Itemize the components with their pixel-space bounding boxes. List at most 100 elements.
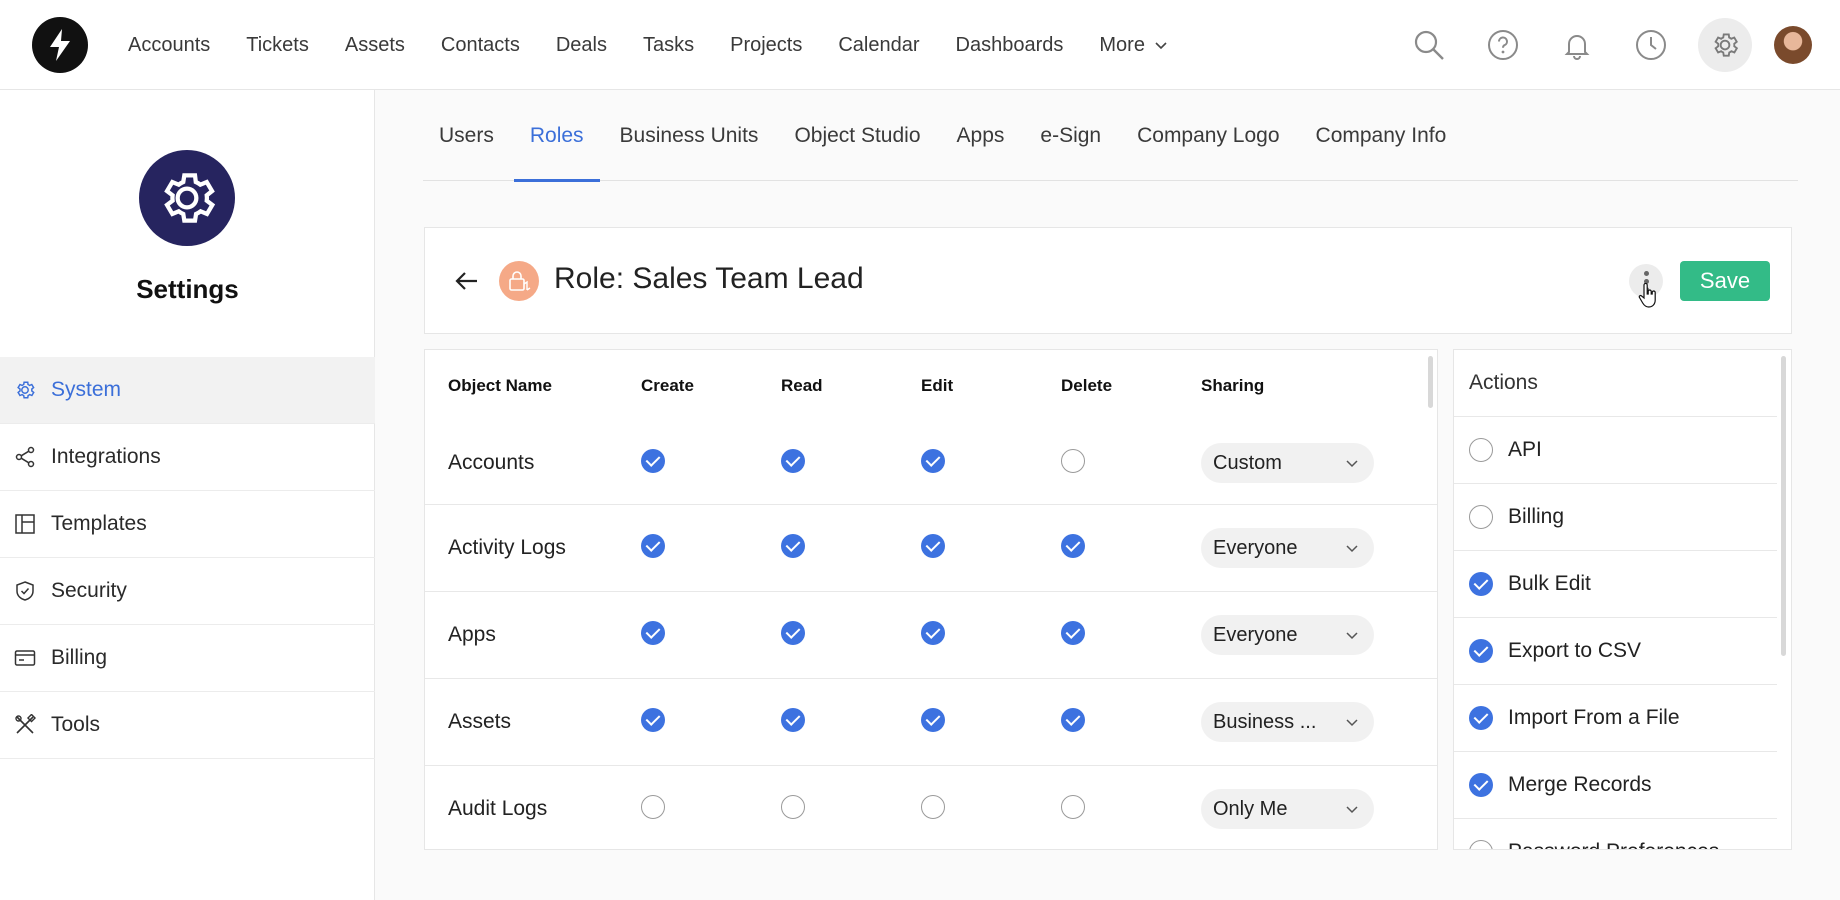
nav-tasks[interactable]: Tasks xyxy=(643,34,694,57)
action-item[interactable]: API xyxy=(1454,417,1777,484)
edit-cell xyxy=(921,707,1061,737)
action-item[interactable]: Password Preferences xyxy=(1454,819,1777,849)
layout-icon xyxy=(14,513,36,535)
table-body: Accounts Custom Activity Logs Everyone Apps E… xyxy=(425,422,1437,849)
delete-checkbox[interactable] xyxy=(1061,448,1085,473)
delete-checkbox[interactable] xyxy=(1061,533,1085,558)
action-item[interactable]: Export to CSV xyxy=(1454,618,1777,685)
search-button[interactable] xyxy=(1402,18,1456,72)
tab-e-sign[interactable]: e-Sign xyxy=(1024,90,1117,181)
create-cell xyxy=(641,448,781,478)
read-checkbox[interactable] xyxy=(781,448,805,473)
edit-checkbox[interactable] xyxy=(921,620,945,645)
sidebar-item-tools[interactable]: Tools xyxy=(0,692,375,759)
top-navbar: Accounts Tickets Assets Contacts Deals T… xyxy=(0,0,1840,90)
action-item[interactable]: Import From a File xyxy=(1454,685,1777,752)
delete-checkbox[interactable] xyxy=(1061,707,1085,732)
nav-deals[interactable]: Deals xyxy=(556,34,607,57)
sidebar-item-integrations[interactable]: Integrations xyxy=(0,424,375,491)
delete-cell xyxy=(1061,707,1201,737)
share-icon xyxy=(14,446,36,468)
read-cell xyxy=(781,794,921,824)
sharing-select[interactable]: Business ... xyxy=(1201,702,1374,742)
action-label: Bulk Edit xyxy=(1508,572,1591,595)
nav-accounts[interactable]: Accounts xyxy=(128,34,210,57)
action-item[interactable]: Merge Records xyxy=(1454,752,1777,819)
nav-contacts[interactable]: Contacts xyxy=(441,34,520,57)
role-header: Role: Sales Team Lead Save xyxy=(424,227,1792,334)
sharing-cell: Only Me xyxy=(1201,789,1381,829)
action-checkbox[interactable] xyxy=(1469,773,1493,797)
tab-company-logo[interactable]: Company Logo xyxy=(1121,90,1295,181)
nav-projects[interactable]: Projects xyxy=(730,34,802,57)
create-checkbox[interactable] xyxy=(641,533,665,558)
create-checkbox[interactable] xyxy=(641,448,665,473)
create-checkbox[interactable] xyxy=(641,620,665,645)
user-avatar[interactable] xyxy=(1774,26,1812,64)
action-checkbox[interactable] xyxy=(1469,840,1493,849)
create-checkbox[interactable] xyxy=(641,794,665,819)
nav-assets[interactable]: Assets xyxy=(345,34,405,57)
nav-dashboards[interactable]: Dashboards xyxy=(956,34,1064,57)
delete-checkbox[interactable] xyxy=(1061,620,1085,645)
read-cell xyxy=(781,533,921,563)
notifications-button[interactable] xyxy=(1550,18,1604,72)
create-cell xyxy=(641,794,781,824)
table-scrollbar[interactable] xyxy=(1428,356,1433,408)
delete-checkbox[interactable] xyxy=(1061,794,1085,819)
back-arrow-icon[interactable] xyxy=(451,265,483,297)
sidebar-title: Settings xyxy=(136,274,239,304)
chevron-down-icon xyxy=(1346,806,1358,814)
tab-business-units[interactable]: Business Units xyxy=(604,90,775,181)
sidebar-item-system[interactable]: System xyxy=(0,357,375,424)
nav-more[interactable]: More xyxy=(1099,34,1169,57)
read-checkbox[interactable] xyxy=(781,533,805,558)
read-checkbox[interactable] xyxy=(781,707,805,732)
tab-apps[interactable]: Apps xyxy=(941,90,1021,181)
read-cell xyxy=(781,707,921,737)
actions-scrollbar[interactable] xyxy=(1781,356,1786,656)
action-checkbox[interactable] xyxy=(1469,706,1493,730)
action-checkbox[interactable] xyxy=(1469,438,1493,462)
edit-cell xyxy=(921,448,1061,478)
chevron-down-icon xyxy=(1346,545,1358,553)
edit-checkbox[interactable] xyxy=(921,533,945,558)
table-row: Assets Business ... xyxy=(425,679,1437,766)
more-options-button[interactable] xyxy=(1629,264,1663,298)
app-logo[interactable] xyxy=(32,17,88,73)
sidebar-item-security[interactable]: Security xyxy=(0,558,375,625)
header-object-name: Object Name xyxy=(448,376,552,395)
edit-checkbox[interactable] xyxy=(921,707,945,732)
sidebar-item-label: System xyxy=(51,378,122,401)
sharing-select[interactable]: Only Me xyxy=(1201,789,1374,829)
save-button[interactable]: Save xyxy=(1680,261,1770,301)
edit-checkbox[interactable] xyxy=(921,448,945,473)
action-item[interactable]: Bulk Edit xyxy=(1454,551,1777,618)
action-checkbox[interactable] xyxy=(1469,572,1493,596)
edit-cell xyxy=(921,794,1061,824)
nav-tickets[interactable]: Tickets xyxy=(246,34,309,57)
create-cell xyxy=(641,533,781,563)
action-checkbox[interactable] xyxy=(1469,639,1493,663)
create-checkbox[interactable] xyxy=(641,707,665,732)
tab-users[interactable]: Users xyxy=(423,90,510,181)
sidebar-item-templates[interactable]: Templates xyxy=(0,491,375,558)
history-button[interactable] xyxy=(1624,18,1678,72)
tab-company-info[interactable]: Company Info xyxy=(1300,90,1463,181)
read-checkbox[interactable] xyxy=(781,794,805,819)
sharing-value: Business ... xyxy=(1213,710,1317,733)
help-button[interactable] xyxy=(1476,18,1530,72)
sidebar-item-billing[interactable]: Billing xyxy=(0,625,375,692)
nav-calendar[interactable]: Calendar xyxy=(838,34,919,57)
tab-roles[interactable]: Roles xyxy=(513,90,600,182)
read-checkbox[interactable] xyxy=(781,620,805,645)
sharing-select[interactable]: Everyone xyxy=(1201,615,1374,655)
edit-checkbox[interactable] xyxy=(921,794,945,819)
sharing-select[interactable]: Custom xyxy=(1201,443,1374,483)
delete-cell xyxy=(1061,794,1201,824)
settings-button[interactable] xyxy=(1698,18,1752,72)
action-checkbox[interactable] xyxy=(1469,505,1493,529)
sharing-select[interactable]: Everyone xyxy=(1201,528,1374,568)
tab-object-studio[interactable]: Object Studio xyxy=(778,90,936,181)
action-item[interactable]: Billing xyxy=(1454,484,1777,551)
